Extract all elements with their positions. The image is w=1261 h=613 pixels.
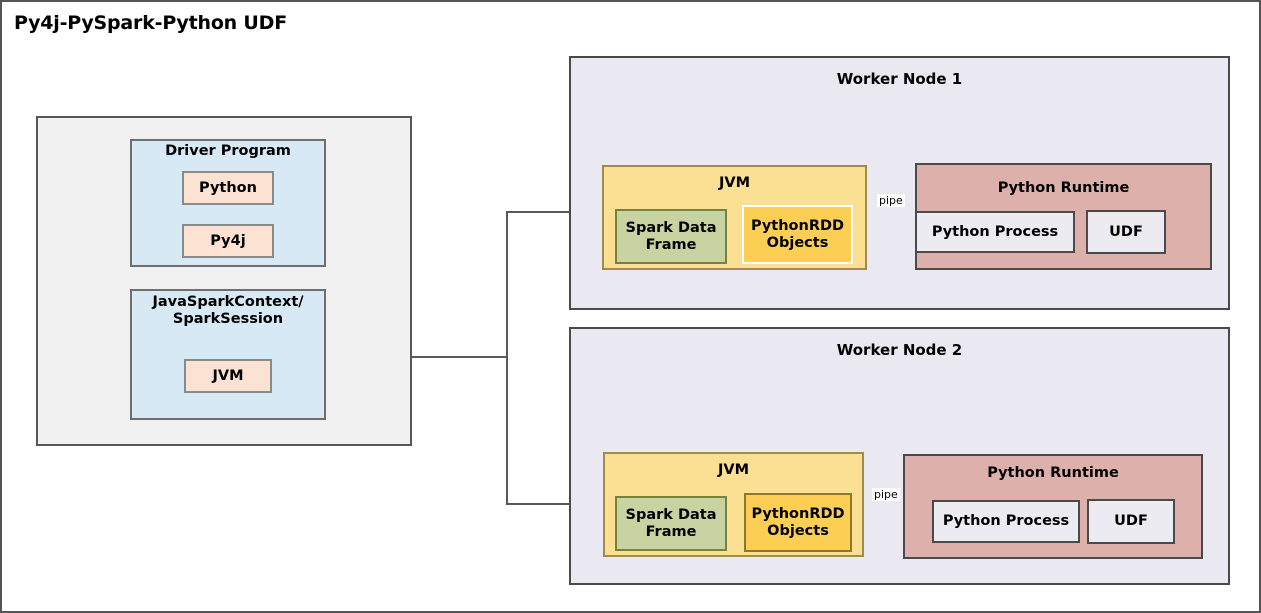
worker-1-udf-box: UDF: [1086, 210, 1166, 254]
worker-2-spark-dataframe-box: Spark Data Frame: [615, 496, 727, 551]
worker-1-pythonrdd-label: PythonRDD Objects: [750, 218, 845, 251]
py4j-box: Py4j: [182, 224, 274, 258]
spark-context-label: JavaSparkContext/ SparkSession: [152, 294, 304, 328]
worker-node-1-title: Worker Node 1: [836, 70, 963, 88]
python-box: Python: [182, 171, 274, 205]
driver-jvm-box: JVM: [184, 359, 272, 393]
worker-1-udf-label: UDF: [1109, 223, 1143, 240]
worker-1-pipe-label: pipe: [877, 194, 905, 207]
worker-1-jvm-label: JVM: [718, 175, 751, 191]
worker-2-pipe-label: pipe: [872, 488, 900, 501]
python-label: Python: [199, 179, 257, 196]
diagram-canvas: Py4j-PySpark-Python UDF Driver Program P…: [0, 0, 1261, 613]
worker-2-python-runtime-label: Python Runtime: [987, 465, 1119, 481]
worker-node-2-title: Worker Node 2: [836, 341, 963, 359]
worker-1-spark-dataframe-box: Spark Data Frame: [615, 209, 727, 264]
worker-1-pythonrdd-box: PythonRDD Objects: [742, 205, 853, 264]
worker-2-spark-dataframe-label: Spark Data Frame: [625, 507, 717, 540]
driver-program-label: Driver Program: [165, 143, 291, 159]
worker-2-python-process-box: Python Process: [932, 500, 1080, 543]
worker-1-python-runtime-label: Python Runtime: [997, 180, 1130, 196]
worker-1-python-process-box: Python Process: [915, 211, 1075, 253]
worker-1-spark-dataframe-label: Spark Data Frame: [625, 220, 717, 253]
py4j-label: Py4j: [210, 232, 246, 249]
worker-2-udf-box: UDF: [1087, 499, 1175, 544]
page-title: Py4j-PySpark-Python UDF: [14, 12, 287, 34]
worker-2-udf-label: UDF: [1114, 513, 1148, 530]
worker-2-python-process-label: Python Process: [942, 513, 1070, 530]
worker-2-pythonrdd-label: PythonRDD Objects: [751, 506, 845, 539]
worker-1-python-process-label: Python Process: [931, 223, 1059, 240]
driver-jvm-label: JVM: [212, 367, 244, 384]
worker-2-pythonrdd-box: PythonRDD Objects: [744, 493, 852, 552]
worker-2-jvm-label: JVM: [717, 462, 750, 478]
